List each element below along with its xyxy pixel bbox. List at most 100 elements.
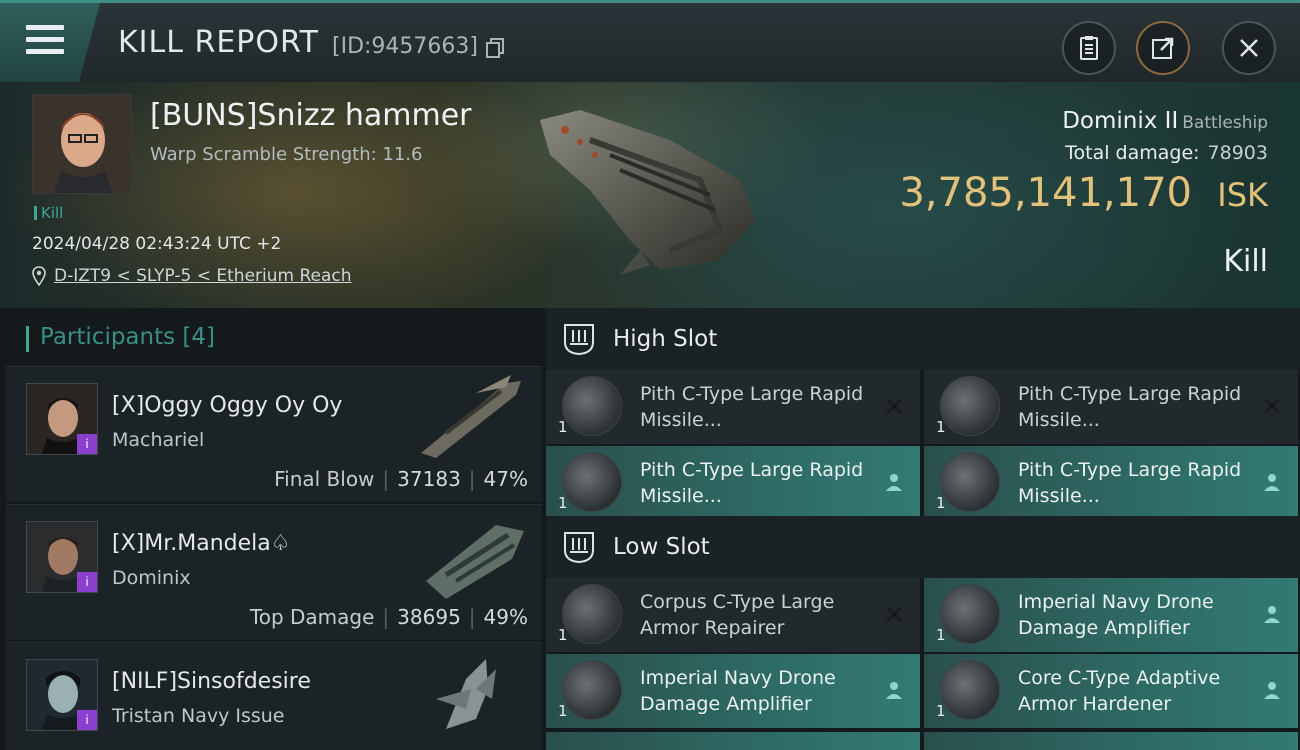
module-row[interactable]: 1 Pith C-Type Large Rapid Missile... — [924, 446, 1298, 520]
total-damage-label: Total damage: — [1065, 142, 1200, 164]
participants-title: Participants [4] — [40, 324, 215, 350]
victim-ship-image — [540, 110, 755, 275]
report-id: [ID:9457663] — [332, 34, 478, 59]
missile-launcher-icon — [562, 376, 622, 436]
participant-ship-image — [436, 659, 496, 729]
module-row[interactable]: 1 Core C-Type Adaptive Armor Hardener — [924, 654, 1298, 728]
close-button[interactable] — [1222, 21, 1276, 75]
module-quantity: 1 — [936, 626, 946, 644]
participant-row[interactable]: i [X]Oggy Oggy Oy Oy Machariel Final Blo… — [6, 366, 542, 502]
module-name: Imperial Navy Drone Damage Amplifier — [640, 667, 836, 715]
participants-header: Participants [4] — [6, 308, 542, 366]
module-name: Pith C-Type Large Rapid Missile... — [1018, 383, 1242, 431]
ship-class: Battleship — [1182, 113, 1268, 133]
victim-avatar[interactable] — [32, 94, 132, 194]
destroyed-icon — [882, 602, 906, 626]
copy-icon[interactable] — [486, 38, 504, 58]
total-damage: Total damage: 78903 — [1065, 142, 1268, 164]
page-title: KILL REPORT — [118, 25, 319, 60]
module-quantity: 1 — [558, 702, 568, 720]
module-name: Pith C-Type Large Rapid Missile... — [640, 459, 864, 507]
module-name: Imperial Navy Drone Damage Amplifier — [1018, 591, 1214, 639]
module-quantity: 1 — [936, 494, 946, 512]
missile-launcher-icon — [562, 452, 622, 512]
location-link[interactable]: D-IZT9 < SLYP-5 < Etherium Reach — [54, 266, 352, 286]
module-name: Pith C-Type Large Rapid Missile... — [1018, 459, 1242, 507]
clipboard-icon — [1080, 36, 1098, 60]
participants-count: [4] — [182, 324, 216, 350]
ship-name: Dominix II — [1062, 108, 1179, 134]
clipboard-button[interactable] — [1062, 21, 1116, 75]
module-name: Corpus C-Type Large Armor Repairer — [640, 591, 835, 639]
participant-row[interactable]: i [X]Mr.Mandela♤ Dominix Top Damage | 3869… — [6, 504, 542, 640]
module-row[interactable]: 1 Pith C-Type Large Rapid Missile... — [924, 370, 1298, 444]
participant-ship: Tristan Navy Issue — [112, 705, 285, 727]
menu-icon — [26, 25, 64, 55]
module-row[interactable]: 1 Imperial Navy Drone Damage Amplifier — [924, 578, 1298, 652]
warp-scramble-strength: Warp Scramble Strength: 11.6 — [150, 144, 423, 165]
module-row[interactable]: 1 Pith C-Type Large Rapid Missile... — [546, 370, 920, 444]
drone-amplifier-icon — [940, 584, 1000, 644]
participant-name[interactable]: [X]Mr.Mandela♤ — [112, 531, 290, 556]
isk-value: 3,785,141,170 — [899, 170, 1192, 216]
kill-tag: Kill — [34, 204, 63, 222]
participant-ship-image — [421, 375, 521, 458]
participant-row[interactable]: i [NILF]Sinsofdesire Tristan Navy Issue — [6, 642, 542, 750]
kill-datetime: 2024/04/28 02:43:24 UTC +2 — [32, 234, 282, 254]
high-slot-title: High Slot — [613, 326, 718, 352]
victim-name[interactable]: [BUNS]Snizz hammer — [150, 98, 472, 133]
participant-percent: 47% — [483, 467, 528, 491]
low-slot-title: Low Slot — [613, 534, 710, 560]
missile-launcher-icon — [940, 376, 1000, 436]
location-pin-icon — [32, 266, 46, 286]
low-slot-header: Low Slot — [546, 516, 1300, 578]
dropped-person-icon — [882, 470, 906, 494]
participant-percent: 49% — [483, 605, 528, 629]
armor-hardener-icon — [940, 660, 1000, 720]
module-quantity: 1 — [558, 418, 568, 436]
victim-ship: Dominix II Battleship — [1062, 108, 1268, 134]
drone-amplifier-icon — [562, 660, 622, 720]
role-badge: i — [77, 572, 97, 592]
module-name: Pith C-Type Large Rapid Missile... — [640, 383, 864, 431]
module-quantity: 1 — [558, 626, 568, 644]
high-slot-icon — [564, 324, 594, 356]
dropped-person-icon — [1260, 470, 1284, 494]
participant-role: Final Blow — [274, 467, 375, 491]
share-icon — [1152, 37, 1174, 59]
participant-ship: Machariel — [112, 429, 205, 451]
dropped-person-icon — [882, 678, 906, 702]
module-row[interactable]: 1 Imperial Navy Drone Damage Amplifier — [546, 654, 920, 728]
participant-stats: Top Damage | 38695 | 49% — [249, 605, 528, 629]
participant-damage: 37183 — [397, 467, 461, 491]
participant-name[interactable]: [X]Oggy Oggy Oy Oy — [112, 393, 342, 418]
destroyed-icon — [882, 394, 906, 418]
participant-name[interactable]: [NILF]Sinsofdesire — [112, 669, 311, 694]
victim-banner: [BUNS]Snizz hammer Warp Scramble Strengt… — [0, 82, 1300, 308]
low-slot-icon — [564, 532, 594, 564]
participants-panel: Participants [4] i [X]Oggy Oggy Oy Oy Ma… — [6, 308, 542, 750]
participant-stats: Final Blow | 37183 | 47% — [274, 467, 528, 491]
role-badge: i — [77, 710, 97, 730]
module-row[interactable] — [924, 732, 1298, 750]
dropped-person-icon — [1260, 602, 1284, 626]
module-row[interactable] — [546, 732, 920, 750]
participant-ship-image — [426, 525, 524, 599]
close-icon — [1240, 39, 1258, 57]
role-badge: i — [77, 434, 97, 454]
participants-label: Participants — [40, 324, 176, 350]
dropped-person-icon — [1260, 678, 1284, 702]
participant-avatar[interactable]: i — [26, 383, 98, 455]
share-button[interactable] — [1136, 21, 1190, 75]
participant-avatar[interactable]: i — [26, 659, 98, 731]
module-row[interactable]: 1 Pith C-Type Large Rapid Missile... — [546, 446, 920, 520]
module-quantity: 1 — [936, 702, 946, 720]
participant-ship: Dominix — [112, 567, 191, 589]
armor-repairer-icon — [562, 584, 622, 644]
menu-button[interactable] — [0, 3, 100, 85]
module-row[interactable]: 1 Corpus C-Type Large Armor Repairer — [546, 578, 920, 652]
total-damage-value: 78903 — [1207, 142, 1268, 164]
destroyed-icon — [1260, 394, 1284, 418]
high-slot-header: High Slot — [546, 308, 1300, 370]
participant-avatar[interactable]: i — [26, 521, 98, 593]
